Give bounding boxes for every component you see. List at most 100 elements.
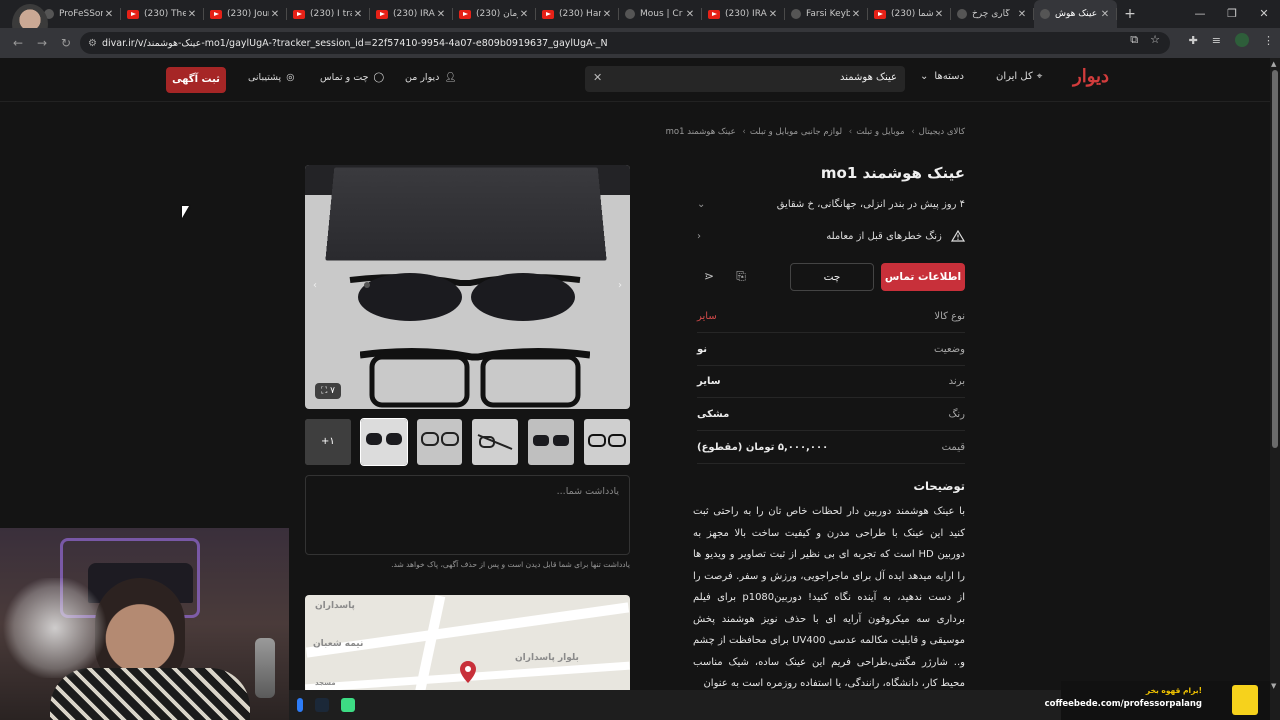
city-selector[interactable]: کل ایران ⌖	[996, 71, 1042, 82]
photo-thumbnail[interactable]	[584, 419, 630, 465]
browser-tab[interactable]: (230) The ✕	[121, 0, 204, 28]
tab-title: (230) IRAN	[393, 9, 435, 19]
browser-tab[interactable]: (230) IRAN✕	[370, 0, 453, 28]
search-input[interactable]: عینک هوشمند ✕	[585, 66, 905, 92]
bookmark-star-icon[interactable]: ☆	[1150, 33, 1160, 47]
contact-info-button[interactable]: اطلاعات تماس	[881, 263, 965, 291]
chat-contact-link[interactable]: چت و تماس ◯	[320, 72, 384, 83]
clear-search-icon[interactable]: ✕	[593, 71, 602, 84]
forward-icon[interactable]: →	[30, 36, 54, 50]
share-icon[interactable]: ⋖	[701, 269, 717, 285]
site-info-icon[interactable]: ⚙	[88, 38, 102, 49]
breadcrumb-item[interactable]: موبایل و تبلت	[856, 127, 904, 137]
tab-close-icon[interactable]: ✕	[601, 9, 613, 20]
browser-tab[interactable]: عینک هوش ✕	[1034, 0, 1117, 28]
breadcrumb-item[interactable]: لوازم جانبی موبایل و تبلت	[750, 127, 842, 137]
coffee-cup-icon	[1232, 685, 1258, 715]
next-photo-icon[interactable]: ›	[618, 280, 622, 291]
photo-counter[interactable]: ⛶ ۷	[315, 383, 342, 399]
bookmark-icon[interactable]: ⎘	[733, 269, 749, 285]
tab-close-icon[interactable]: ✕	[1099, 9, 1111, 20]
minimize-button[interactable]: —	[1184, 0, 1216, 28]
toolbar-extensions: ✚ ≡ ⋮	[1189, 33, 1274, 47]
browser-tab[interactable]: Mous | Cr ✕	[619, 0, 702, 28]
omnibox-actions: ⧉ ☆	[1130, 33, 1160, 47]
reload-icon[interactable]: ↻	[54, 36, 78, 50]
post-ad-button[interactable]: ثبت آگهی	[166, 67, 226, 93]
android-icon[interactable]	[341, 698, 355, 712]
tab-title: (230) Ham	[559, 9, 601, 19]
menu-kebab-icon[interactable]: ⋮	[1263, 34, 1274, 47]
chat-button[interactable]: چت	[790, 263, 874, 291]
tab-favicon-icon	[625, 9, 635, 19]
support-link[interactable]: پشتیبانی ◎	[248, 72, 294, 83]
chevron-down-icon: ⌄	[920, 71, 929, 82]
location-map[interactable]: پاسداران نیمه شعبان بلوار پاسداران مسجد	[305, 595, 630, 695]
browser-tab[interactable]: (230) Ham✕	[536, 0, 619, 28]
coffee-line1: برام قهوه بخر!	[1145, 686, 1202, 695]
posted-info-row[interactable]: ۴ روز پیش در بندر انزلی، جهانگانی، خ شقا…	[697, 191, 965, 217]
new-tab-button[interactable]: +	[1117, 6, 1143, 22]
spec-row: نوع کالا سایر	[697, 301, 965, 333]
note-hint: یادداشت تنها برای شما قابل دیدن است و پس…	[391, 560, 630, 569]
spec-value[interactable]: سایر	[697, 311, 717, 322]
tab-close-icon[interactable]: ✕	[1016, 9, 1028, 20]
search-query: عینک هوشمند	[840, 72, 897, 83]
close-window-button[interactable]: ✕	[1248, 0, 1280, 28]
note-textarea[interactable]: یادداشت شما...	[305, 475, 630, 555]
tab-close-icon[interactable]: ✕	[933, 9, 945, 20]
photo-thumbnail[interactable]	[359, 418, 408, 466]
scrollbar-thumb[interactable]	[1272, 70, 1278, 448]
divar-logo[interactable]: دیوار	[1073, 66, 1109, 87]
tab-close-icon[interactable]: ✕	[767, 9, 779, 20]
breadcrumb-item-current: عینک هوشمند mo1	[665, 127, 736, 137]
browser-tab[interactable]: Farsi Keyb ✕	[785, 0, 868, 28]
my-divar-link[interactable]: دیوار من 👤︎	[405, 72, 456, 83]
chevron-down-icon: ⌄	[697, 198, 706, 210]
photo-thumbnail[interactable]	[528, 419, 575, 465]
omnibox[interactable]: ⚙ divar.ir/v/عینک-هوشمند-mo1/gaylUgA-?tr…	[80, 32, 1170, 54]
main-photo[interactable]: ‹ › ⛶ ۷	[305, 165, 630, 409]
tab-close-icon[interactable]: ✕	[684, 9, 696, 20]
window-controls: — ❐ ✕	[1184, 0, 1280, 28]
photo-thumbnail[interactable]	[472, 419, 519, 465]
warning-row[interactable]: زنگ خطرهای قبل از معامله ‹	[697, 223, 965, 249]
categories-dropdown[interactable]: ⌄ دسته‌ها	[920, 71, 964, 82]
photo-thumbnail[interactable]: +۱	[305, 419, 351, 465]
browser-tab[interactable]: (230) کرمان✕	[453, 0, 536, 28]
tab-close-icon[interactable]: ✕	[103, 9, 115, 20]
browser-tab[interactable]: گاری چرخ ✕	[951, 0, 1034, 28]
back-icon[interactable]: ←	[6, 36, 30, 50]
browser-tab[interactable]: (230) شما ✕	[868, 0, 951, 28]
breadcrumb-item[interactable]: کالای دیجیتال	[919, 127, 965, 137]
taskbar-app-icon[interactable]	[297, 698, 303, 712]
browser-tab[interactable]: (230) IRAN✕	[702, 0, 785, 28]
tab-close-icon[interactable]: ✕	[269, 9, 281, 20]
tab-close-icon[interactable]: ✕	[518, 9, 530, 20]
browser-tab[interactable]: (230) I trav✕	[287, 0, 370, 28]
browser-window: ProFeSSor ✕ (230) The ✕ (230) Jour ✕ (230) I t…	[0, 0, 1280, 720]
page-scrollbar[interactable]: ▲ ▼	[1270, 58, 1280, 720]
prev-photo-icon[interactable]: ‹	[313, 280, 317, 291]
browser-tab[interactable]: ProFeSSor ✕	[38, 0, 121, 28]
tab-close-icon[interactable]: ✕	[186, 9, 198, 20]
profile-icon[interactable]	[1235, 33, 1249, 47]
maximize-button[interactable]: ❐	[1216, 0, 1248, 28]
photo-thumbnail[interactable]	[416, 419, 463, 465]
tab-title: (230) I trav	[310, 9, 352, 19]
extensions-icon[interactable]: ✚	[1189, 34, 1198, 47]
reading-list-icon[interactable]: ≡	[1212, 34, 1221, 47]
tab-close-icon[interactable]: ✕	[435, 9, 447, 20]
tab-title: (230) IRAN	[725, 9, 767, 19]
tab-close-icon[interactable]: ✕	[352, 9, 364, 20]
tab-title: (230) Jour	[227, 9, 269, 19]
tab-title: گاری چرخ	[972, 9, 1010, 19]
glasses-image	[360, 347, 590, 408]
photo-thumbnails: +۱	[305, 418, 630, 466]
tab-close-icon[interactable]: ✕	[850, 9, 862, 20]
install-icon[interactable]: ⧉	[1130, 33, 1138, 47]
steam-icon[interactable]	[315, 698, 329, 712]
map-label: بلوار پاسداران	[515, 653, 579, 663]
browser-tab[interactable]: (230) Jour ✕	[204, 0, 287, 28]
categories-label: دسته‌ها	[934, 71, 964, 82]
